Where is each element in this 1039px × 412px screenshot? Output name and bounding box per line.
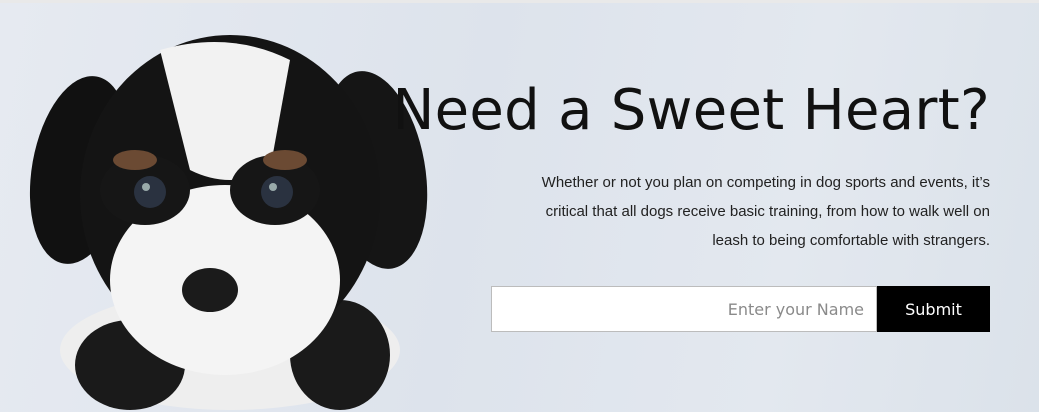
name-form: Submit bbox=[491, 286, 990, 332]
puppy-image bbox=[29, 35, 428, 410]
name-input[interactable] bbox=[491, 286, 877, 332]
hero-description: Whether or not you plan on competing in … bbox=[541, 174, 990, 249]
page-title: Need a Sweet Heart? bbox=[392, 78, 990, 143]
submit-button[interactable]: Submit bbox=[877, 286, 990, 332]
